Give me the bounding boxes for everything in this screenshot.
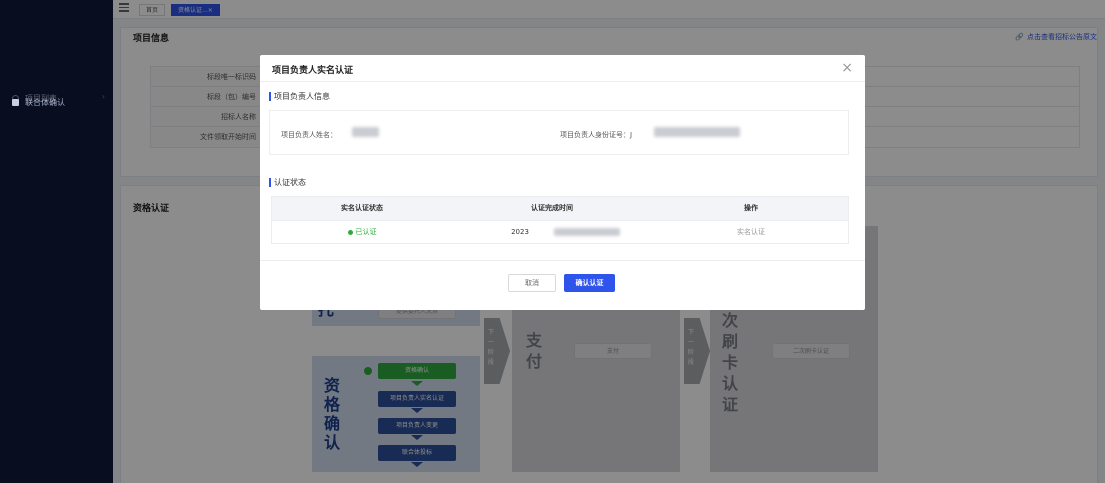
sidebar-item-union-confirm[interactable]: 联合体确认 (12, 95, 65, 109)
auth-section-title: 认证状态 (269, 177, 306, 188)
column-header: 实名认证状态 (341, 204, 383, 212)
name-value-redacted (352, 127, 379, 137)
auth-status-table: 实名认证状态 认证完成时间 操作 已认证 2023 实名认证 (271, 196, 849, 244)
table-header: 实名认证状态 认证完成时间 操作 (272, 197, 848, 220)
table-row: 已认证 2023 实名认证 (272, 220, 848, 243)
dialog-header: 项目负责人实名认证 × (260, 55, 865, 82)
sidebar-item-label: 联合体确认 (25, 97, 65, 107)
cancel-button[interactable]: 取消 (508, 274, 556, 292)
name-label: 项目负责人姓名： (281, 131, 337, 139)
confirm-auth-button[interactable]: 确认认证 (564, 274, 615, 292)
column-header: 操作 (744, 204, 758, 212)
id-value-redacted (654, 127, 740, 137)
dialog-title: 项目负责人实名认证 (272, 66, 354, 76)
status-cell: 已认证 (272, 221, 452, 244)
union-icon (12, 98, 19, 106)
dialog-footer-divider (260, 260, 865, 261)
id-label: 项目负责人身份证号：J (560, 131, 633, 139)
person-info-box: 项目负责人姓名： 项目负责人身份证号：J (269, 110, 849, 155)
realname-auth-action[interactable]: 实名认证 (652, 221, 850, 244)
person-section-title: 项目负责人信息 (269, 91, 330, 102)
realname-auth-dialog: 项目负责人实名认证 × 项目负责人信息 项目负责人姓名： 项目负责人身份证号：J… (260, 55, 865, 310)
close-icon[interactable]: × (841, 60, 853, 76)
time-value-redacted (554, 228, 620, 236)
time-cell: 2023 (511, 228, 529, 236)
status-dot-icon (347, 229, 353, 235)
column-header: 认证完成时间 (531, 204, 573, 212)
